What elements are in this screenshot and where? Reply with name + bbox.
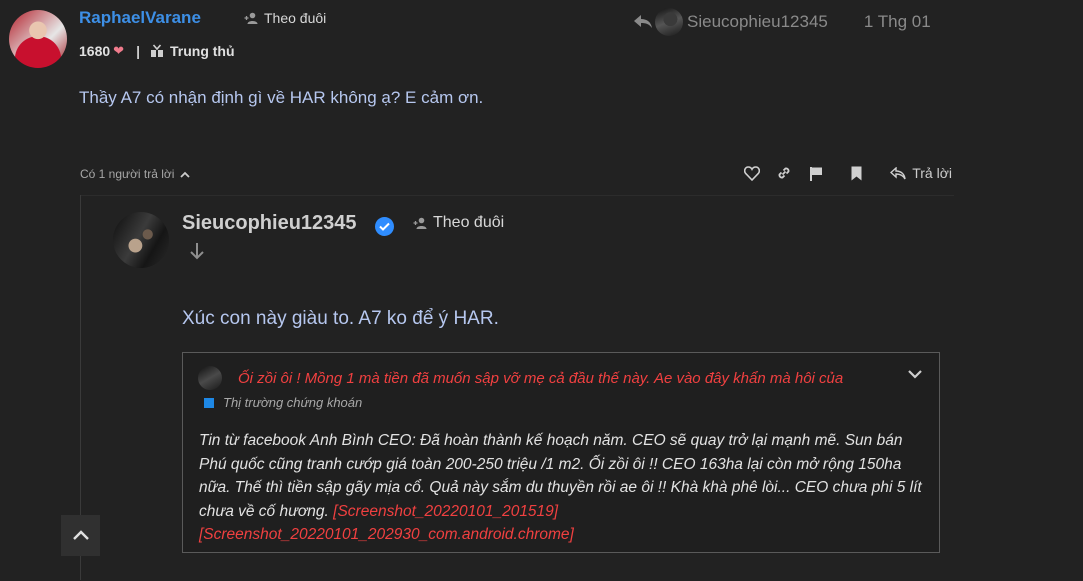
likes-count: 1680 (79, 43, 111, 59)
reply-button-label: Trả lời (912, 165, 952, 181)
arrow-down-icon[interactable] (187, 241, 207, 261)
follow-label: Theo đuôi (433, 214, 505, 231)
rank-badge-label: Trung thủ (169, 43, 235, 59)
quoted-topic-card[interactable]: Ối zồi ôi ! Mồng 1 mà tiền đã muốn sập v… (182, 352, 940, 553)
bookmark-icon[interactable] (848, 165, 864, 181)
post-date[interactable]: 1 Thg 01 (864, 12, 931, 32)
quote-title[interactable]: Ối zồi ôi ! Mồng 1 mà tiền đã muốn sập v… (238, 370, 843, 387)
reply-user-avatar[interactable] (113, 212, 169, 268)
verified-icon (375, 217, 394, 236)
category-color-badge (204, 397, 214, 408)
user-stats: 1680 ❤ | Trung thủ (79, 43, 235, 59)
screenshot-link-2[interactable]: [Screenshot_20220101_202930_com.android.… (199, 526, 574, 543)
follow-label: Theo đuôi (264, 10, 327, 26)
reply-follow-button[interactable]: Theo đuôi (413, 214, 504, 232)
reply-to-avatar (655, 8, 683, 36)
screenshot-link-1[interactable]: [Screenshot_20220101_201519] (333, 503, 558, 520)
chevron-up-icon (180, 171, 191, 178)
post-content: Thầy A7 có nhận định gì về HAR không ạ? … (79, 88, 484, 107)
quote-category-label: Thị trường chứng khoán (223, 395, 363, 410)
follow-user-icon (413, 217, 427, 229)
chevron-down-icon[interactable] (907, 368, 923, 380)
stats-divider: | (136, 43, 140, 59)
link-icon[interactable] (776, 165, 792, 181)
reply-username[interactable]: Sieucophieu12345 (182, 212, 357, 235)
rank-badge-icon (150, 44, 163, 57)
post-actions: Có 1 người trả lời Trả lời (80, 165, 952, 185)
reply-arrow-icon (634, 15, 652, 28)
replies-count-label: Có 1 người trả lời (80, 167, 175, 181)
follow-user-icon (244, 12, 258, 24)
user-avatar[interactable] (9, 10, 67, 68)
like-icon[interactable] (744, 165, 761, 181)
quote-body: Tin từ facebook Anh Bình CEO: Đã hoàn th… (199, 429, 924, 547)
follow-button[interactable]: Theo đuôi (244, 10, 326, 26)
chevron-up-icon (72, 530, 89, 540)
quote-category[interactable]: Thị trường chứng khoán (204, 395, 362, 410)
quote-body-text: Tin từ facebook Anh Bình CEO: Đã hoàn th… (199, 432, 922, 520)
quote-author-avatar (198, 366, 222, 390)
reply-to-info[interactable]: Sieucophieu12345 1 Thg 01 (633, 8, 931, 36)
reply-button[interactable]: Trả lời (890, 165, 952, 181)
reply-icon (890, 166, 906, 179)
action-icons: Trả lời (728, 165, 952, 181)
reply-to-username: Sieucophieu12345 (687, 12, 828, 31)
reply-content: Xúc con này giàu to. A7 ko để ý HAR. (182, 308, 499, 329)
replies-toggle[interactable]: Có 1 người trả lời (80, 167, 191, 181)
flag-icon[interactable] (808, 165, 824, 181)
scroll-to-top-button[interactable] (61, 515, 100, 556)
heart-icon: ❤ (113, 43, 125, 58)
post-username[interactable]: RaphaelVarane (79, 8, 201, 28)
